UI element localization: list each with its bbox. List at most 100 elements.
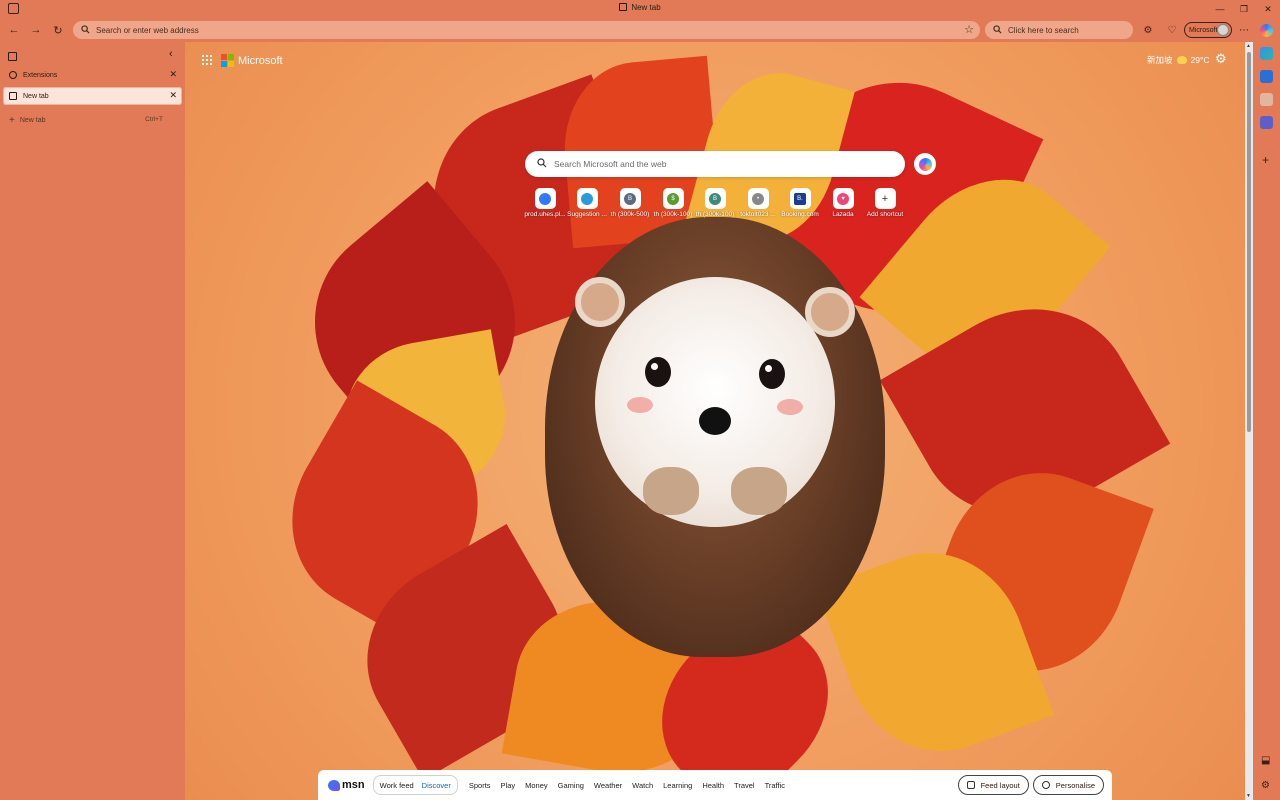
avatar [1217,24,1229,36]
tab-extensions[interactable]: Extensions ✕ [3,66,182,84]
refresh-button[interactable]: ↻ [49,21,67,39]
shortcut-label: Lazada [832,211,854,218]
title-bar: New tab — ❐ ✕ [0,0,1280,18]
bing-search-placeholder: Click here to search [1008,25,1079,35]
browser-essentials-icon[interactable]: ♡ [1164,22,1180,38]
feed-tab-travel[interactable]: Travel [734,781,755,790]
shortcut-tile[interactable]: B th (300k-100) [693,188,737,218]
feed-layout-button[interactable]: Feed layout [957,775,1029,795]
minimize-button[interactable]: — [1208,0,1232,18]
bing-search-box[interactable]: Click here to search [985,21,1133,39]
feed-tab-gaming[interactable]: Gaming [558,781,584,790]
edge-sidebar: + ⬓ ⚙ [1253,18,1280,800]
back-button[interactable]: ← [5,21,23,39]
window-controls: — ❐ ✕ [1208,0,1280,18]
shortcut-label: th (300k-500) [610,211,650,218]
copilot-button[interactable] [914,153,936,175]
close-tab-icon[interactable]: ✕ [169,90,177,101]
favorite-star-icon[interactable]: ☆ [964,23,974,36]
msn-logo[interactable]: msn [328,779,365,791]
new-tab-button[interactable]: + New tab Ctrl+T [3,111,182,129]
collapse-pane-icon[interactable]: ‹ [169,48,173,60]
new-tab-page: Microsoft 新加坡 29°C ⚙ Search Microsoft an… [185,42,1245,800]
feed-tab-watch[interactable]: Watch [632,781,653,790]
shortcut-tile[interactable]: B th (300k-500) [608,188,652,218]
microsoft-logo[interactable]: Microsoft [221,54,283,67]
shortcut-tile[interactable]: ♥ Lazada [821,188,865,218]
close-tab-icon[interactable]: ✕ [169,69,177,80]
shortcut-tile[interactable]: • toktolt023 ... [736,188,780,218]
feed-tab-traffic[interactable]: Traffic [765,781,785,790]
more-menu-icon[interactable]: ⋯ [1236,22,1252,38]
restore-button[interactable]: ❐ [1232,0,1256,18]
address-bar[interactable]: Search or enter web address ☆ [73,21,980,39]
site-favicon-icon: B [624,192,636,205]
search-icon [993,23,1002,37]
tab-new-tab[interactable]: New tab ✕ [3,87,182,105]
vertical-tabs-panel: ‹ Extensions ✕ New tab ✕ + New tab Ctrl+… [0,42,185,800]
feed-tab-health[interactable]: Health [702,781,724,790]
window-title-text: New tab [631,3,661,12]
new-tab-shortcut: Ctrl+T [145,116,163,123]
address-placeholder: Search or enter web address [96,25,199,35]
scrollbar-thumb[interactable] [1247,52,1251,432]
tab-actions-icon[interactable] [8,52,17,61]
feed-tab-weather[interactable]: Weather [594,781,622,790]
hide-sidebar-icon[interactable]: ⬓ [1261,755,1270,766]
shortcut-tile[interactable]: $ th (300k-100) [651,188,695,218]
booking-icon: B. [794,192,806,205]
feed-tab-money[interactable]: Money [525,781,548,790]
extensions-icon[interactable]: ⚙ [1140,22,1156,38]
weather-widget[interactable]: 新加坡 29°C [1147,54,1210,66]
ntp-search-box[interactable]: Search Microsoft and the web [525,151,905,177]
add-sidebar-app-icon[interactable]: + [1262,153,1269,167]
ntp-search-placeholder: Search Microsoft and the web [554,159,667,169]
outlook-icon[interactable] [1260,70,1273,83]
site-favicon-icon: • [752,192,764,205]
copilot-icon [918,157,932,171]
tab-label: New tab [23,92,49,100]
sparkle-icon [1041,781,1050,789]
plus-icon: + [879,192,891,205]
tab-work-feed[interactable]: Work feed [376,781,418,790]
personalise-label: Personalise [1055,780,1095,790]
feed-tab-sports[interactable]: Sports [469,781,491,790]
weather-temperature: 29°C [1190,55,1210,65]
sidebar-settings-gear-icon[interactable]: ⚙ [1261,780,1270,791]
shortcut-label: Booking.com [781,211,819,218]
lazada-icon: ♥ [837,192,849,205]
window-title: New tab [0,3,1280,12]
page-scrollbar[interactable]: ▲ ▼ [1245,42,1253,800]
personalise-button[interactable]: Personalise [1032,775,1104,795]
new-tab-label: New tab [19,116,46,124]
tab-discover[interactable]: Discover [418,781,455,790]
search-sidebar-icon[interactable] [1260,93,1273,106]
weather-location: 新加坡 [1147,55,1173,65]
copilot-sidebar-icon[interactable] [1260,24,1273,37]
page-icon [9,92,17,100]
site-favicon-icon [581,192,593,205]
scroll-down-arrow-icon[interactable]: ▼ [1246,793,1251,799]
forward-button[interactable]: → [27,21,45,39]
close-window-button[interactable]: ✕ [1256,0,1280,18]
scroll-up-arrow-icon[interactable]: ▲ [1246,43,1251,49]
teams-icon[interactable] [1260,116,1273,129]
msn-feed-bar: msn Work feed Discover Sports Play Money… [318,770,1112,800]
browser-toolbar: ← → ↻ Search or enter web address ☆ Clic… [0,18,1280,42]
shortcut-label: prod.uhes.pl... [524,211,566,218]
add-shortcut-button[interactable]: + Add shortcut [863,188,907,218]
feed-tab-play[interactable]: Play [501,781,516,790]
page-settings-gear-icon[interactable]: ⚙ [1215,51,1227,67]
search-icon [537,157,547,171]
feed-actions: Feed layout Personalise [954,775,1104,795]
profile-button[interactable]: Microsoft [1184,22,1232,38]
app-launcher-icon[interactable] [202,55,212,65]
feed-tab-learning[interactable]: Learning [663,781,692,790]
site-favicon-icon: B [709,192,721,205]
shortcut-tile[interactable]: B. Booking.com [778,188,822,218]
shortcut-tile[interactable]: prod.uhes.pl... [523,188,567,218]
shortcut-tile[interactable]: Suggestion ... [565,188,609,218]
feed-layout-label: Feed layout [980,780,1020,790]
tools-icon[interactable] [1260,47,1273,60]
layout-icon [966,781,975,789]
